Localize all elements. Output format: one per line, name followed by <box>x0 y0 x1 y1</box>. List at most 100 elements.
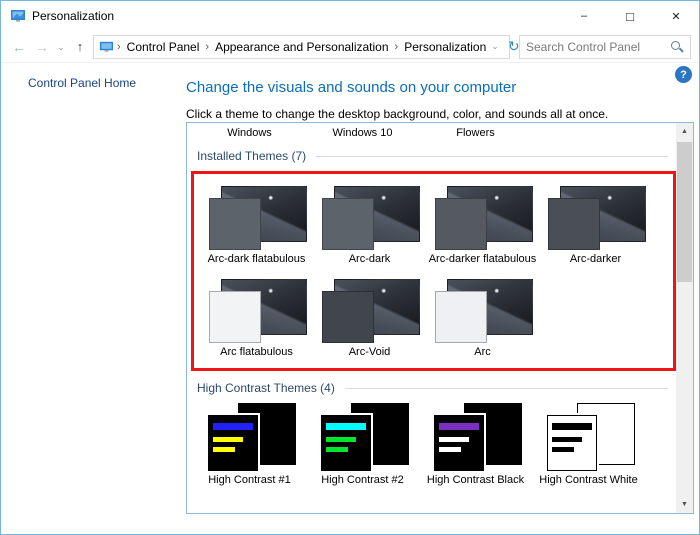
window-controls: – □ ✕ <box>561 1 699 31</box>
window-color-square <box>209 198 261 250</box>
theme-thumbnail <box>320 279 420 343</box>
hc-titlebar-swatch <box>552 423 592 430</box>
sidebar-item-control-panel-home[interactable]: Control Panel Home <box>28 76 186 90</box>
window-color-square <box>435 291 487 343</box>
theme-item-arc-dark-flatabulous[interactable]: Arc-dark flatabulous <box>200 186 313 265</box>
theme-item-arc-darker-flatabulous[interactable]: Arc-darker flatabulous <box>426 186 539 265</box>
theme-thumbnail <box>198 403 302 471</box>
theme-label: High Contrast #2 <box>306 474 419 486</box>
partial-theme-labels-row: Windows Windows 10 Flowers <box>187 127 676 139</box>
high-contrast-themes-row: High Contrast #1 High <box>187 403 676 486</box>
hc-text-swatch <box>213 447 235 452</box>
window-title: Personalization <box>32 9 114 23</box>
theme-label[interactable]: Windows <box>193 127 306 139</box>
theme-thumbnail <box>546 186 646 250</box>
theme-item-arc-flatabulous[interactable]: Arc flatabulous <box>200 279 313 358</box>
high-contrast-themes-header: High Contrast Themes (4) <box>197 381 668 395</box>
theme-thumbnail <box>424 403 528 471</box>
theme-item-high-contrast-1[interactable]: High Contrast #1 <box>193 403 306 486</box>
theme-label: Arc-dark <box>313 253 426 265</box>
window-color-square <box>435 198 487 250</box>
page-subtitle: Click a theme to change the desktop back… <box>186 107 699 121</box>
theme-item-arc[interactable]: Arc <box>426 279 539 358</box>
breadcrumb-appearance-personalization[interactable]: Appearance and Personalization <box>210 40 393 54</box>
up-button-icon[interactable]: ↑ <box>70 36 90 58</box>
address-dropdown-icon[interactable]: ⌄ <box>491 41 499 52</box>
group-header-divider <box>316 156 668 157</box>
theme-label: High Contrast Black <box>419 474 532 486</box>
theme-label: Arc-darker <box>539 253 652 265</box>
minimize-button-icon[interactable]: – <box>561 1 607 31</box>
high-contrast-themes-header-label: High Contrast Themes (4) <box>197 381 335 395</box>
theme-thumbnail <box>311 403 415 471</box>
themes-list: Windows Windows 10 Flowers Installed The… <box>186 122 694 514</box>
installed-themes-header: Installed Themes (7) <box>197 149 668 163</box>
hc-text-swatch <box>552 447 574 452</box>
installed-themes-row-2: Arc flatabulous Arc-Void <box>194 279 673 358</box>
vertical-scrollbar[interactable]: ▲ ▼ <box>676 123 693 513</box>
theme-label: Arc-Void <box>313 346 426 358</box>
theme-label: Arc-darker flatabulous <box>426 253 539 265</box>
address-bar-tail: ⌄ ↻ <box>491 38 521 55</box>
installed-themes-header-label: Installed Themes (7) <box>197 149 306 163</box>
hc-window-preview <box>434 415 484 471</box>
theme-thumbnail <box>433 279 533 343</box>
window-color-square <box>548 198 600 250</box>
forward-button-icon[interactable]: → <box>32 36 52 58</box>
scroll-down-icon[interactable]: ▼ <box>676 496 693 513</box>
highlight-box: Arc-dark flatabulous Arc-dark <box>191 171 676 371</box>
hc-text-swatch <box>326 437 356 442</box>
hc-text-swatch <box>552 437 582 442</box>
history-dropdown-icon[interactable]: ⌄ <box>55 36 67 58</box>
theme-item-high-contrast-white[interactable]: High Contrast White <box>532 403 645 486</box>
hc-text-swatch <box>439 437 469 442</box>
hc-text-swatch <box>326 447 348 452</box>
hc-text-swatch <box>439 447 461 452</box>
content-area: ? Control Panel Home Change the visuals … <box>1 64 699 534</box>
theme-item-arc-darker[interactable]: Arc-darker <box>539 186 652 265</box>
hc-titlebar-swatch <box>439 423 479 430</box>
breadcrumb-personalization[interactable]: Personalization <box>399 40 491 54</box>
navigation-bar: ← → ⌄ ↑ › Control Panel › Appearance and… <box>1 31 699 63</box>
control-panel-icon <box>99 39 114 54</box>
theme-thumbnail <box>433 186 533 250</box>
theme-thumbnail <box>537 403 641 471</box>
page-title: Change the visuals and sounds on your co… <box>186 79 699 96</box>
theme-item-arc-dark[interactable]: Arc-dark <box>313 186 426 265</box>
search-box <box>519 35 691 59</box>
hc-window-preview <box>547 415 597 471</box>
installed-themes-row-1: Arc-dark flatabulous Arc-dark <box>194 186 673 265</box>
group-header-divider <box>345 388 668 389</box>
scrollbar-thumb[interactable] <box>677 142 692 282</box>
titlebar: Personalization – □ ✕ <box>1 1 699 31</box>
personalization-window: Personalization – □ ✕ ← → ⌄ ↑ › Control … <box>0 0 700 535</box>
theme-label: Arc flatabulous <box>200 346 313 358</box>
search-input[interactable] <box>526 40 670 54</box>
theme-label: Arc-dark flatabulous <box>200 253 313 265</box>
theme-item-arc-void[interactable]: Arc-Void <box>313 279 426 358</box>
hc-window-preview <box>208 415 258 471</box>
theme-thumbnail <box>207 186 307 250</box>
refresh-icon[interactable]: ↻ <box>508 38 520 55</box>
window-color-square <box>322 198 374 250</box>
back-button-icon[interactable]: ← <box>9 36 29 58</box>
theme-label: High Contrast #1 <box>193 474 306 486</box>
maximize-button-icon[interactable]: □ <box>607 1 653 31</box>
hc-titlebar-swatch <box>326 423 366 430</box>
sidebar: Control Panel Home <box>1 64 186 534</box>
breadcrumb-control-panel[interactable]: Control Panel <box>122 40 205 54</box>
hc-text-swatch <box>213 437 243 442</box>
theme-item-high-contrast-black[interactable]: High Contrast Black <box>419 403 532 486</box>
theme-thumbnail <box>207 279 307 343</box>
address-bar[interactable]: › Control Panel › Appearance and Persona… <box>93 35 510 59</box>
theme-label[interactable]: Windows 10 <box>306 127 419 139</box>
hc-titlebar-swatch <box>213 423 253 430</box>
hc-window-preview <box>321 415 371 471</box>
theme-label[interactable]: Flowers <box>419 127 532 139</box>
search-icon[interactable] <box>670 40 684 54</box>
scroll-up-icon[interactable]: ▲ <box>676 123 693 140</box>
theme-item-high-contrast-2[interactable]: High Contrast #2 <box>306 403 419 486</box>
close-button-icon[interactable]: ✕ <box>653 1 699 31</box>
theme-thumbnail <box>320 186 420 250</box>
main-panel: Change the visuals and sounds on your co… <box>186 64 699 534</box>
